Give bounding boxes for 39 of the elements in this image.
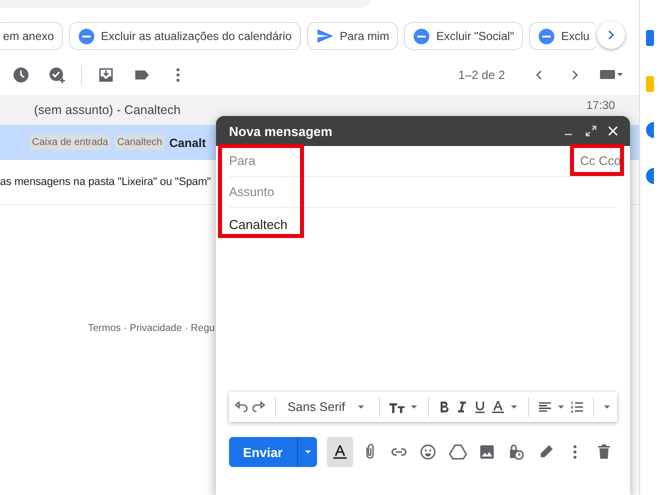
email-subject: Canalt bbox=[169, 136, 206, 150]
email-subject: (sem assunto) - Canaltech bbox=[34, 103, 181, 117]
filter-chip[interactable]: Excluir as atualizações do calendário bbox=[68, 22, 301, 50]
recipient-field[interactable]: Para bbox=[229, 154, 529, 168]
footer-links: Termos · Privacidade · Regu bbox=[88, 323, 216, 334]
undo-icon[interactable] bbox=[233, 399, 249, 415]
expand-icon[interactable] bbox=[584, 124, 598, 138]
inbox-download-icon[interactable] bbox=[97, 66, 115, 84]
send-icon[interactable] bbox=[316, 27, 334, 45]
filter-chip[interactable]: Excluir "Social" bbox=[404, 22, 524, 50]
label-tag: Canaltech bbox=[115, 135, 164, 150]
contacts-icon[interactable] bbox=[646, 168, 654, 184]
email-time: 17:30 bbox=[586, 99, 615, 112]
page-count: 1–2 de 2 bbox=[458, 68, 505, 82]
font-select[interactable]: Sans Serif bbox=[283, 400, 372, 414]
tasks-icon[interactable] bbox=[646, 122, 654, 138]
minus-icon[interactable] bbox=[78, 28, 95, 44]
filter-chip[interactable]: em anexo bbox=[0, 22, 63, 50]
minus-icon[interactable] bbox=[413, 28, 430, 44]
close-icon[interactable] bbox=[606, 124, 620, 138]
filter-chip[interactable]: Para mim bbox=[306, 22, 398, 50]
minus-icon[interactable] bbox=[538, 28, 556, 44]
lock-clock-icon[interactable] bbox=[507, 443, 526, 461]
cc-bcc-link[interactable]: Cc Cco bbox=[580, 154, 621, 168]
trash-notice: as mensagens na pasta "Lixeira" ou "Spam" bbox=[0, 176, 211, 188]
calendar-icon[interactable] bbox=[646, 30, 654, 46]
subject-field[interactable]: Assunto bbox=[229, 185, 529, 199]
filter-chip[interactable]: Exclu bbox=[529, 22, 596, 50]
clock-icon[interactable] bbox=[12, 66, 30, 84]
text-format-icon[interactable] bbox=[331, 443, 350, 461]
text-color-icon[interactable] bbox=[490, 399, 506, 415]
numbered-list-icon[interactable] bbox=[568, 399, 585, 415]
image-icon[interactable] bbox=[478, 443, 496, 461]
redo-icon[interactable] bbox=[251, 399, 267, 415]
window-title: Nova mensagem bbox=[229, 124, 332, 138]
label-tag: Caixa de entrada bbox=[30, 135, 110, 150]
message-body[interactable]: Canaltech bbox=[229, 217, 288, 232]
emoji-icon[interactable] bbox=[419, 443, 438, 461]
check-add-icon[interactable] bbox=[48, 66, 66, 84]
